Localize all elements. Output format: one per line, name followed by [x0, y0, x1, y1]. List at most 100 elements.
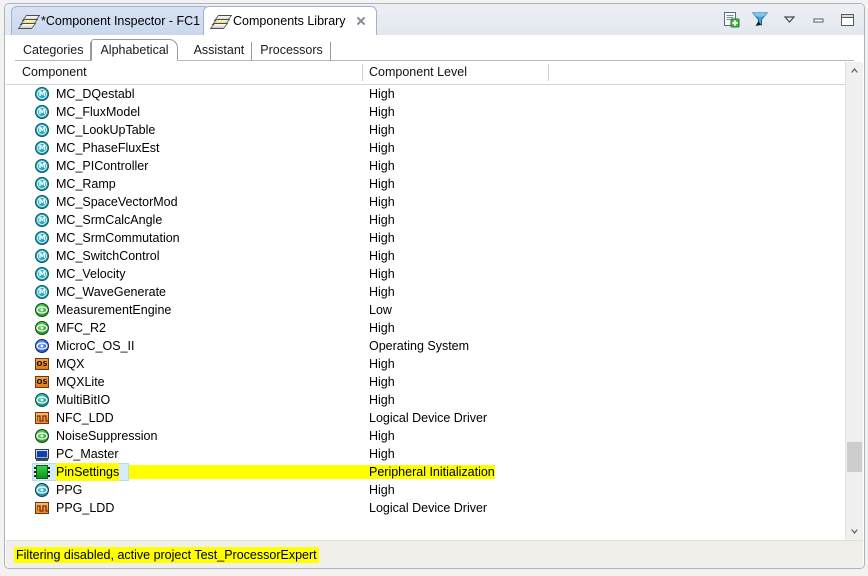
table-row[interactable]: M MC_PhaseFluxEst High — [6, 139, 846, 157]
component-name-cell[interactable]: MeasurementEngine — [34, 301, 171, 319]
minimize-icon[interactable] — [810, 11, 827, 28]
tab-categories[interactable]: Categories — [15, 40, 92, 61]
component-level-cell[interactable]: High — [369, 121, 395, 139]
component-level-cell[interactable]: High — [369, 247, 395, 265]
editor-tab-label: Components Library — [233, 14, 346, 28]
view-menu-icon[interactable] — [781, 11, 798, 28]
close-icon[interactable] — [355, 15, 367, 27]
table-row[interactable]: M MC_Ramp High — [6, 175, 846, 193]
component-level-cell[interactable]: High — [369, 481, 395, 499]
component-name-cell[interactable]: M MC_FluxModel — [34, 103, 140, 121]
component-name-cell[interactable]: M MC_PhaseFluxEst — [34, 139, 160, 157]
column-header-component-level[interactable]: Component Level — [369, 65, 467, 79]
table-row[interactable]: MFC_R2 High — [6, 319, 846, 337]
table-row[interactable]: PC_Master High — [6, 445, 846, 463]
editor-tab-component-inspector[interactable]: *Component Inspector - FC1 — [11, 6, 211, 35]
table-row[interactable]: M MC_WaveGenerate High — [6, 283, 846, 301]
component-name-cell[interactable]: M MC_WaveGenerate — [34, 283, 166, 301]
tab-processors[interactable]: Processors — [252, 40, 331, 61]
component-level-cell[interactable]: High — [369, 373, 395, 391]
tab-label: Processors — [260, 43, 323, 57]
component-name-cell[interactable]: M MC_LookUpTable — [34, 121, 155, 139]
table-row[interactable]: MultiBitIO High — [6, 391, 846, 409]
component-level-cell[interactable]: High — [369, 229, 395, 247]
component-name-cell[interactable]: M MC_Ramp — [34, 175, 116, 193]
component-level-cell[interactable]: High — [369, 355, 395, 373]
component-level-cell[interactable]: High — [369, 193, 395, 211]
filter-icon[interactable] — [751, 11, 769, 28]
component-name-cell[interactable]: M MC_SrmCalcAngle — [34, 211, 162, 229]
tab-alphabetical[interactable]: Alphabetical — [91, 39, 178, 61]
vertical-scrollbar[interactable] — [845, 62, 863, 540]
table-row[interactable]: M MC_PIController High — [6, 157, 846, 175]
table-row[interactable]: M MC_DQestabl High — [6, 85, 846, 103]
component-name-label: MC_SwitchControl — [56, 249, 160, 263]
table-row[interactable]: PinSettings Peripheral Initialization — [6, 463, 846, 481]
component-name-cell[interactable]: M MC_Velocity — [34, 265, 125, 283]
component-level-label: High — [369, 249, 395, 263]
component-name-cell[interactable]: PPG — [34, 481, 82, 499]
column-divider[interactable] — [362, 64, 363, 81]
table-row[interactable]: M MC_FluxModel High — [6, 103, 846, 121]
editor-tab-label: *Component Inspector - FC1 — [41, 14, 201, 28]
table-row[interactable]: PPG High — [6, 481, 846, 499]
table-row[interactable]: OS MQXLite High — [6, 373, 846, 391]
component-name-cell[interactable]: PC_Master — [34, 445, 119, 463]
component-name-cell[interactable]: OS MQXLite — [34, 373, 105, 391]
component-level-cell[interactable]: High — [369, 139, 395, 157]
component-name-cell[interactable]: OS MQX — [34, 355, 84, 373]
component-level-cell[interactable]: High — [369, 319, 395, 337]
table-row[interactable]: NFC_LDD Logical Device Driver — [6, 409, 846, 427]
table-row[interactable]: PPG_LDD Logical Device Driver — [6, 499, 846, 517]
new-component-icon[interactable] — [723, 11, 740, 28]
table-row[interactable]: MicroC_OS_II Operating System — [6, 337, 846, 355]
tab-assistant[interactable]: Assistant — [186, 40, 253, 61]
column-header-component[interactable]: Component — [22, 65, 87, 79]
component-name-cell[interactable]: MultiBitIO — [34, 391, 110, 409]
component-name-cell[interactable]: M MC_SrmCommutation — [34, 229, 180, 247]
table-row[interactable]: M MC_LookUpTable High — [6, 121, 846, 139]
component-level-cell[interactable]: High — [369, 445, 395, 463]
scroll-up-icon[interactable] — [846, 62, 863, 79]
component-level-cell[interactable]: Logical Device Driver — [369, 499, 487, 517]
table-row[interactable]: M MC_SpaceVectorMod High — [6, 193, 846, 211]
editor-tab-components-library[interactable]: Components Library — [203, 6, 377, 35]
component-level-cell[interactable]: High — [369, 175, 395, 193]
components-library-window: *Component Inspector - FC1 Components Li… — [0, 0, 868, 576]
component-level-cell[interactable]: High — [369, 103, 395, 121]
component-level-cell[interactable]: High — [369, 283, 395, 301]
component-level-cell[interactable]: Low — [369, 301, 392, 319]
component-name-label: PC_Master — [56, 447, 119, 461]
component-name-cell[interactable]: M MC_SpaceVectorMod — [34, 193, 178, 211]
column-divider[interactable] — [548, 64, 549, 81]
table-row[interactable]: NoiseSuppression High — [6, 427, 846, 445]
component-level-cell[interactable]: Logical Device Driver — [369, 409, 487, 427]
scrollbar-thumb[interactable] — [847, 442, 862, 472]
component-level-cell[interactable]: Peripheral Initialization — [369, 463, 495, 481]
component-level-cell[interactable]: High — [369, 391, 395, 409]
component-level-cell[interactable]: Operating System — [369, 337, 469, 355]
table-body: M MC_DQestabl High M MC_FluxModel High M MC_Loo… — [6, 85, 846, 540]
component-name-cell[interactable]: NFC_LDD — [34, 409, 114, 427]
table-row[interactable]: M MC_Velocity High — [6, 265, 846, 283]
component-name-cell[interactable]: M MC_PIController — [34, 157, 148, 175]
component-level-cell[interactable]: High — [369, 265, 395, 283]
component-name-cell[interactable]: MFC_R2 — [34, 319, 106, 337]
component-name-cell[interactable]: M MC_SwitchControl — [34, 247, 160, 265]
component-name-cell[interactable]: MicroC_OS_II — [34, 337, 135, 355]
table-row[interactable]: MeasurementEngine Low — [6, 301, 846, 319]
table-row[interactable]: M MC_SrmCommutation High — [6, 229, 846, 247]
component-name-cell[interactable]: NoiseSuppression — [34, 427, 157, 445]
component-level-cell[interactable]: High — [369, 427, 395, 445]
component-name-cell[interactable]: M MC_DQestabl — [34, 85, 135, 103]
component-level-cell[interactable]: High — [369, 211, 395, 229]
scroll-down-icon[interactable] — [846, 523, 863, 540]
table-row[interactable]: M MC_SwitchControl High — [6, 247, 846, 265]
component-level-cell[interactable]: High — [369, 157, 395, 175]
table-row[interactable]: M MC_SrmCalcAngle High — [6, 211, 846, 229]
component-name-cell[interactable]: PPG_LDD — [34, 499, 114, 517]
component-name-cell[interactable]: PinSettings — [34, 463, 120, 481]
table-row[interactable]: OS MQX High — [6, 355, 846, 373]
component-level-cell[interactable]: High — [369, 85, 395, 103]
maximize-icon[interactable] — [839, 11, 856, 28]
